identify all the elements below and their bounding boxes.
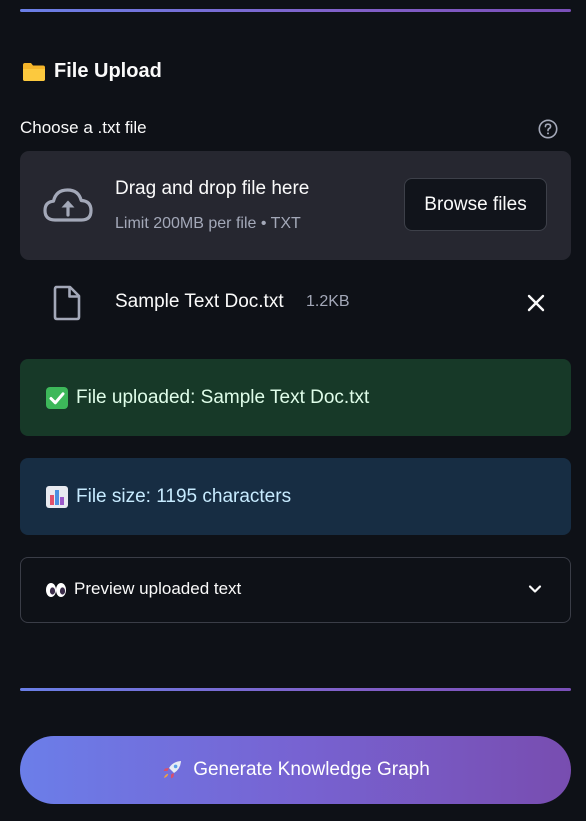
generate-knowledge-graph-button[interactable]: Generate Knowledge Graph — [20, 736, 571, 804]
file-size: 1.2KB — [306, 293, 350, 310]
eyes-icon — [45, 582, 67, 598]
uploader-label: Choose a .txt file — [20, 118, 147, 137]
section-title: File Upload — [54, 60, 162, 82]
dropzone-title: Drag and drop file here — [115, 178, 310, 199]
section-header: File Upload — [22, 60, 162, 83]
page: File Upload Choose a .txt file Drag and … — [0, 0, 586, 821]
close-icon[interactable] — [525, 292, 547, 314]
question-circle-icon[interactable] — [538, 119, 558, 139]
bar-chart-icon — [46, 485, 68, 508]
rocket-icon — [161, 759, 183, 781]
info-alert: File size: 1195 characters — [20, 458, 571, 535]
document-icon — [52, 285, 82, 321]
check-mark-icon — [46, 386, 68, 409]
expander-label: Preview uploaded text — [74, 579, 242, 598]
browse-files-button[interactable]: Browse files — [404, 178, 547, 231]
success-alert: File uploaded: Sample Text Doc.txt — [20, 359, 571, 436]
folder-icon — [22, 62, 46, 82]
chevron-down-icon[interactable] — [526, 580, 544, 598]
bottom-divider — [20, 688, 571, 691]
cloud-upload-icon — [42, 185, 94, 225]
top-divider — [20, 9, 571, 12]
dropzone-limit-text: Limit 200MB per file • TXT — [115, 215, 301, 232]
file-dropzone[interactable]: Drag and drop file here Limit 200MB per … — [20, 151, 571, 260]
success-alert-text: File uploaded: Sample Text Doc.txt — [76, 386, 370, 408]
preview-expander[interactable]: Preview uploaded text — [20, 557, 571, 623]
info-alert-text: File size: 1195 characters — [76, 485, 292, 507]
file-name: Sample Text Doc.txt — [115, 291, 284, 312]
generate-button-label: Generate Knowledge Graph — [193, 759, 430, 780]
uploaded-file-row: Sample Text Doc.txt 1.2KB — [20, 280, 571, 326]
